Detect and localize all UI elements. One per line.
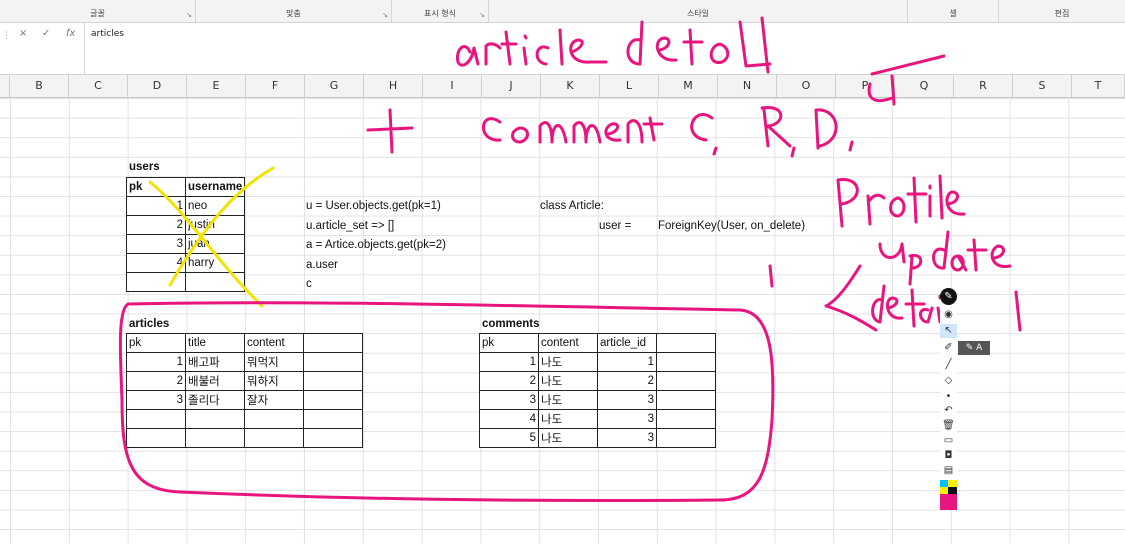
trash-icon[interactable]: 🗑 — [940, 419, 957, 433]
marker-icon[interactable]: ╱ — [940, 358, 957, 372]
pointer-icon[interactable]: ↖ — [940, 324, 957, 338]
highlighter-icon[interactable]: ✐ — [940, 341, 957, 355]
undo-icon[interactable]: ↶ — [940, 404, 957, 418]
eye-icon[interactable]: ◉ — [940, 308, 957, 322]
tooltip-pencil-icon: ✎ — [965, 343, 974, 353]
handwriting-comment-crud — [366, 54, 946, 158]
eraser-icon[interactable]: ◇ — [940, 374, 957, 388]
tooltip-label: A — [976, 343, 983, 353]
pink-enclosing-box — [118, 301, 775, 503]
clipboard-icon[interactable]: ▤ — [940, 464, 957, 478]
pen-icon[interactable]: ✎ — [940, 288, 957, 305]
palette-icon[interactable] — [940, 480, 957, 510]
pen-toolbar: ✎ ◉ ↖ ✐ ╱ ◇ • ↶ 🗑 ▭ ◘ ▤ — [940, 288, 957, 510]
handwriting-profile-update-detail — [768, 174, 1022, 332]
handwriting-article-detail — [455, 16, 772, 74]
camera-icon[interactable]: ◘ — [940, 449, 957, 463]
dot-icon[interactable]: • — [940, 390, 957, 404]
screen-icon[interactable]: ▭ — [940, 434, 957, 448]
yellow-cross-mark — [148, 166, 275, 308]
tool-tooltip: ✎ A — [958, 341, 990, 355]
